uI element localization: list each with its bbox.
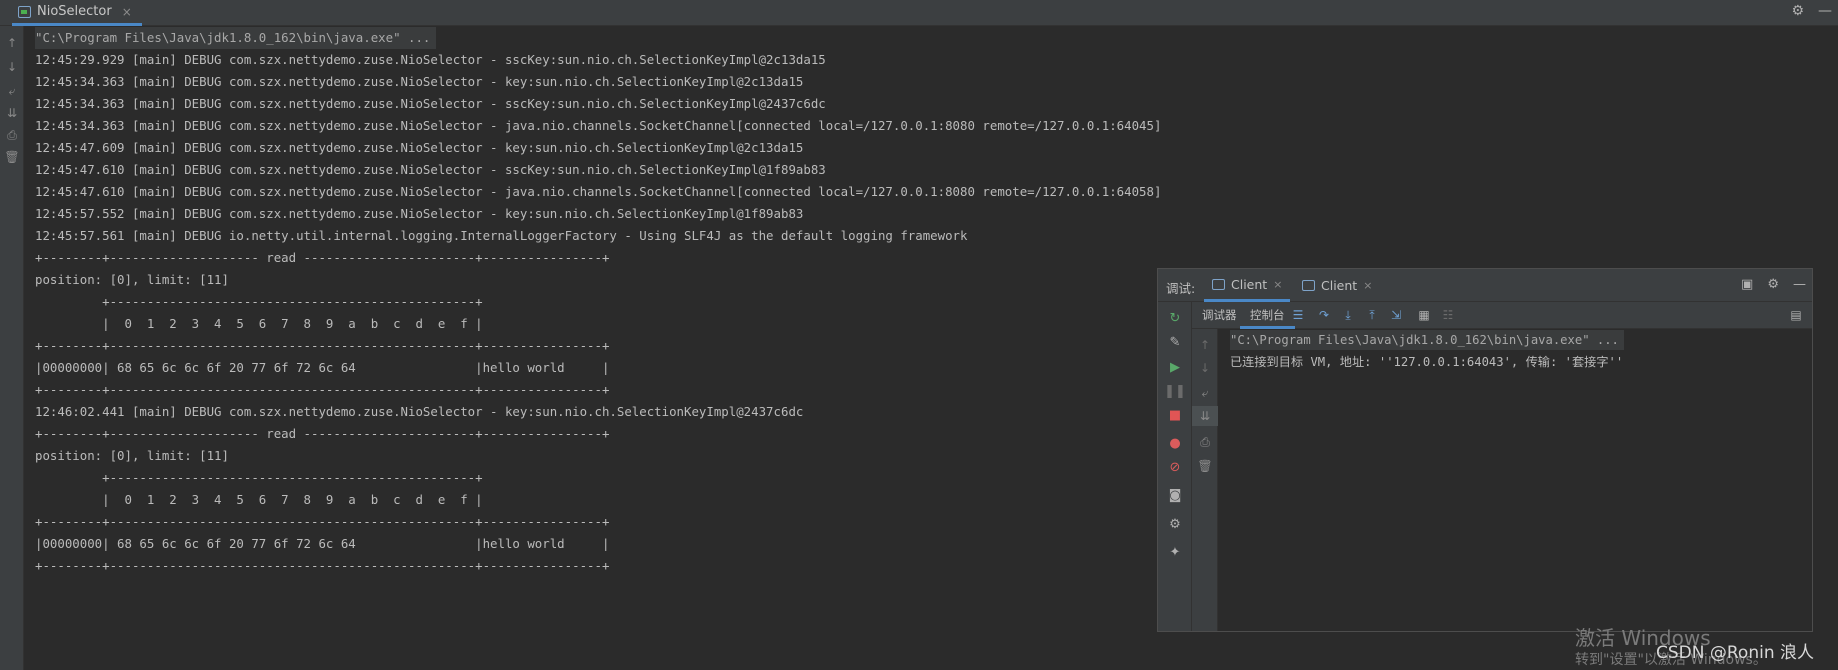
close-icon[interactable]: ×	[1363, 279, 1372, 292]
soft-wrap-icon[interactable]: ⤶	[0, 80, 24, 102]
trash-icon[interactable]: 🗑	[1192, 456, 1218, 476]
down-arrow-icon[interactable]: ↓	[0, 56, 24, 78]
tab-label: Client	[1321, 278, 1358, 293]
debug-console-output[interactable]: "C:\Program Files\Java\jdk1.8.0_162\bin\…	[1218, 329, 1812, 631]
pause-icon[interactable]: ❚❚	[1158, 381, 1192, 401]
resume-icon[interactable]: ▶	[1158, 357, 1192, 377]
gear-icon[interactable]: ⚙	[1791, 3, 1804, 19]
console-line: +--------+------------------------------…	[35, 382, 610, 397]
csdn-credit: CSDN @Ronin 浪人	[1656, 643, 1814, 663]
console-toolbar: ↑ ↓ ⤶ ⇊ ⎙ 🗑	[0, 26, 24, 670]
console-line: +--------+------------------------------…	[35, 514, 610, 529]
console-line: |00000000| 68 65 6c 6c 6f 20 77 6f 72 6c…	[35, 536, 610, 551]
console-line: 12:45:29.929 [main] DEBUG com.szx.nettyd…	[35, 52, 826, 67]
soft-wrap-icon[interactable]: ⤶	[1192, 383, 1218, 403]
stop-icon[interactable]: ■	[1158, 405, 1192, 425]
console-line: 12:45:47.610 [main] DEBUG com.szx.nettyd…	[35, 162, 826, 177]
close-icon[interactable]: ×	[122, 5, 132, 19]
scroll-to-end-icon[interactable]: ⇊	[1192, 406, 1218, 426]
console-line: | 0 1 2 3 4 5 6 7 8 9 a b c d e f |	[35, 492, 483, 507]
step-out-icon[interactable]: ⤒	[1364, 307, 1380, 323]
tab-debugger[interactable]: 调试器	[1192, 302, 1247, 329]
tab-label: Client	[1231, 276, 1268, 292]
console-line: 12:45:34.363 [main] DEBUG com.szx.nettyd…	[35, 118, 1162, 133]
layout-settings-icon[interactable]: ▤	[1788, 307, 1804, 323]
console-line: "C:\Program Files\Java\jdk1.8.0_162\bin\…	[1230, 330, 1624, 350]
console-line: 12:45:57.552 [main] DEBUG com.szx.nettyd…	[35, 206, 804, 221]
console-line: +---------------------------------------…	[35, 470, 483, 485]
console-line: 12:46:02.441 [main] DEBUG com.szx.nettyd…	[35, 404, 804, 419]
debug-window-header: 调试: Client × Client × ▣ ⚙ —	[1158, 269, 1812, 302]
print-icon[interactable]: ⎙	[1192, 432, 1218, 452]
console-line: +--------+-------------------- read ----…	[35, 250, 610, 265]
debug-toolbar: 调试器 控制台 ☰ ↷ ⤓ ⤒ ⇲ ▦ ☷ ▤	[1192, 302, 1812, 329]
trace-icon[interactable]: ☷	[1440, 307, 1456, 323]
console-line: position: [0], limit: [11]	[35, 272, 229, 287]
down-arrow-icon[interactable]: ↓	[1192, 358, 1218, 378]
up-arrow-icon[interactable]: ↑	[0, 32, 24, 54]
console-line: 12:45:34.363 [main] DEBUG com.szx.nettyd…	[35, 74, 804, 89]
settings-icon[interactable]: ⚙	[1158, 514, 1192, 534]
console-line: 已连接到目标 VM, 地址: ''127.0.0.1:64043', 传输: '…	[1230, 355, 1624, 369]
console-line: +--------+------------------------------…	[35, 558, 610, 573]
run-tab-label: NioSelector	[37, 4, 112, 19]
console-line: +--------+------------------------------…	[35, 338, 610, 353]
run-tab-nioselector[interactable]: NioSelector ×	[12, 0, 142, 26]
step-into-icon[interactable]: ⤓	[1340, 307, 1356, 323]
gear-icon[interactable]: ⚙	[1767, 277, 1779, 292]
console-line: +---------------------------------------…	[35, 294, 483, 309]
console-line: 12:45:57.561 [main] DEBUG io.netty.util.…	[35, 228, 968, 243]
tab-client-1[interactable]: Client ×	[1204, 269, 1291, 302]
minimize-icon[interactable]: —	[1793, 277, 1806, 292]
trash-icon[interactable]: 🗑	[0, 146, 24, 168]
console-line: 12:45:47.610 [main] DEBUG com.szx.nettyd…	[35, 184, 1162, 199]
debug-title: 调试:	[1166, 281, 1196, 296]
view-breakpoints-icon[interactable]: ●	[1158, 433, 1192, 453]
console-line: position: [0], limit: [11]	[35, 448, 229, 463]
console-line: 12:45:47.609 [main] DEBUG com.szx.nettyd…	[35, 140, 804, 155]
rerun-icon[interactable]: ↻	[1158, 308, 1192, 328]
close-icon[interactable]: ×	[1273, 278, 1282, 291]
console-line: | 0 1 2 3 4 5 6 7 8 9 a b c d e f |	[35, 316, 483, 331]
debug-console-strip: ↑ ↓ ⤶ ⇊ ⎙ 🗑	[1192, 329, 1218, 631]
tab-client-2[interactable]: Client ×	[1294, 269, 1380, 302]
up-arrow-icon[interactable]: ↑	[1192, 335, 1218, 355]
console-line: +--------+-------------------- read ----…	[35, 426, 610, 441]
console-line: |00000000| 68 65 6c 6c 6f 20 77 6f 72 6c…	[35, 360, 610, 375]
print-icon[interactable]: ⎙	[0, 124, 24, 146]
run-config-icon	[1212, 278, 1225, 290]
run-config-icon	[18, 5, 31, 18]
layout-icon[interactable]: ▣	[1741, 277, 1753, 292]
menu-icon[interactable]: ☰	[1290, 307, 1306, 323]
minimize-icon[interactable]: —	[1818, 3, 1832, 19]
evaluate-icon[interactable]: ▦	[1416, 307, 1432, 323]
step-over-icon[interactable]: ↷	[1316, 307, 1332, 323]
pin-icon[interactable]: ✦	[1158, 542, 1192, 562]
debug-actions-strip: ↻ ✎ ▶ ❚❚ ■ ● ⊘ ◙ ⚙ ✦	[1158, 302, 1192, 631]
mute-breakpoints-icon[interactable]: ⊘	[1158, 457, 1192, 477]
debug-tool-window: 调试: Client × Client × ▣ ⚙ — ↻ ✎ ▶ ❚❚ ■ ●…	[1157, 268, 1813, 632]
camera-icon[interactable]: ◙	[1158, 485, 1192, 505]
console-line: "C:\Program Files\Java\jdk1.8.0_162\bin\…	[35, 27, 437, 49]
run-to-cursor-icon[interactable]: ⇲	[1388, 307, 1404, 323]
wrench-icon[interactable]: ✎	[1158, 332, 1192, 352]
tab-console[interactable]: 控制台	[1240, 302, 1295, 329]
scroll-to-end-icon[interactable]: ⇊	[0, 102, 24, 124]
console-line: 12:45:34.363 [main] DEBUG com.szx.nettyd…	[35, 96, 826, 111]
run-tool-window-header: NioSelector × ⚙ —	[0, 0, 1838, 26]
run-config-icon	[1302, 280, 1315, 291]
